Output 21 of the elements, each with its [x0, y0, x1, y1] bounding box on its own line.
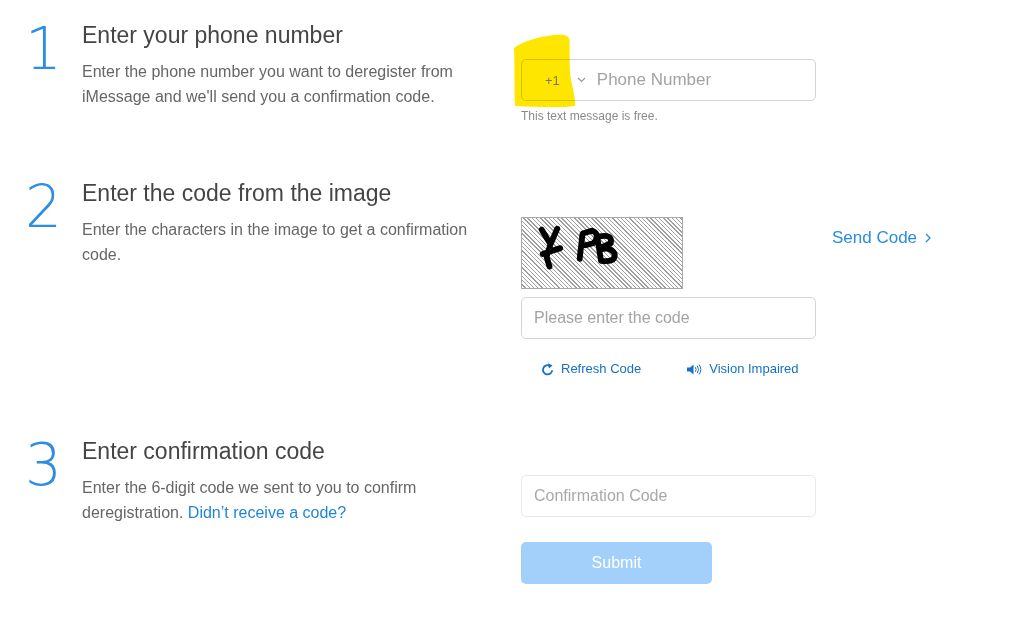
step-title: Enter confirmation code: [82, 437, 326, 466]
step-title: Enter the code from the image: [82, 179, 393, 208]
country-code-select[interactable]: +1: [522, 60, 586, 100]
hint-text: This text message is free.: [521, 109, 658, 124]
chevron-down-icon: [576, 77, 586, 83]
step-title: Enter your phone number: [82, 21, 344, 50]
speaker-icon: [687, 363, 703, 375]
help-link[interactable]: Didn’t receive a code?: [187, 504, 347, 521]
refresh-icon: [541, 362, 554, 376]
step-description: Enter the phone number you want to deregister from iMessage and we'll send you a confirmation code.: [82, 62, 454, 107]
refresh-code-link[interactable]: Refresh Code: [541, 361, 642, 377]
step-description: Enter the 6-digit code we sent to you to confirm deregistration. Didn’t receive a code?: [82, 478, 418, 523]
step-number: 2: [25, 177, 62, 237]
phone-number-input[interactable]: Phone Number: [585, 60, 815, 100]
code-input[interactable]: Please enter the code: [521, 297, 816, 339]
chevron-right-icon: [925, 233, 932, 243]
step-description: Enter the characters in the image to get a confirmation code.: [82, 220, 469, 265]
send-code-link[interactable]: Send Code: [832, 228, 932, 248]
step-number: 1: [25, 19, 62, 79]
step-number: 3: [25, 435, 62, 495]
vision-impaired-link[interactable]: Vision Impaired: [687, 361, 799, 377]
